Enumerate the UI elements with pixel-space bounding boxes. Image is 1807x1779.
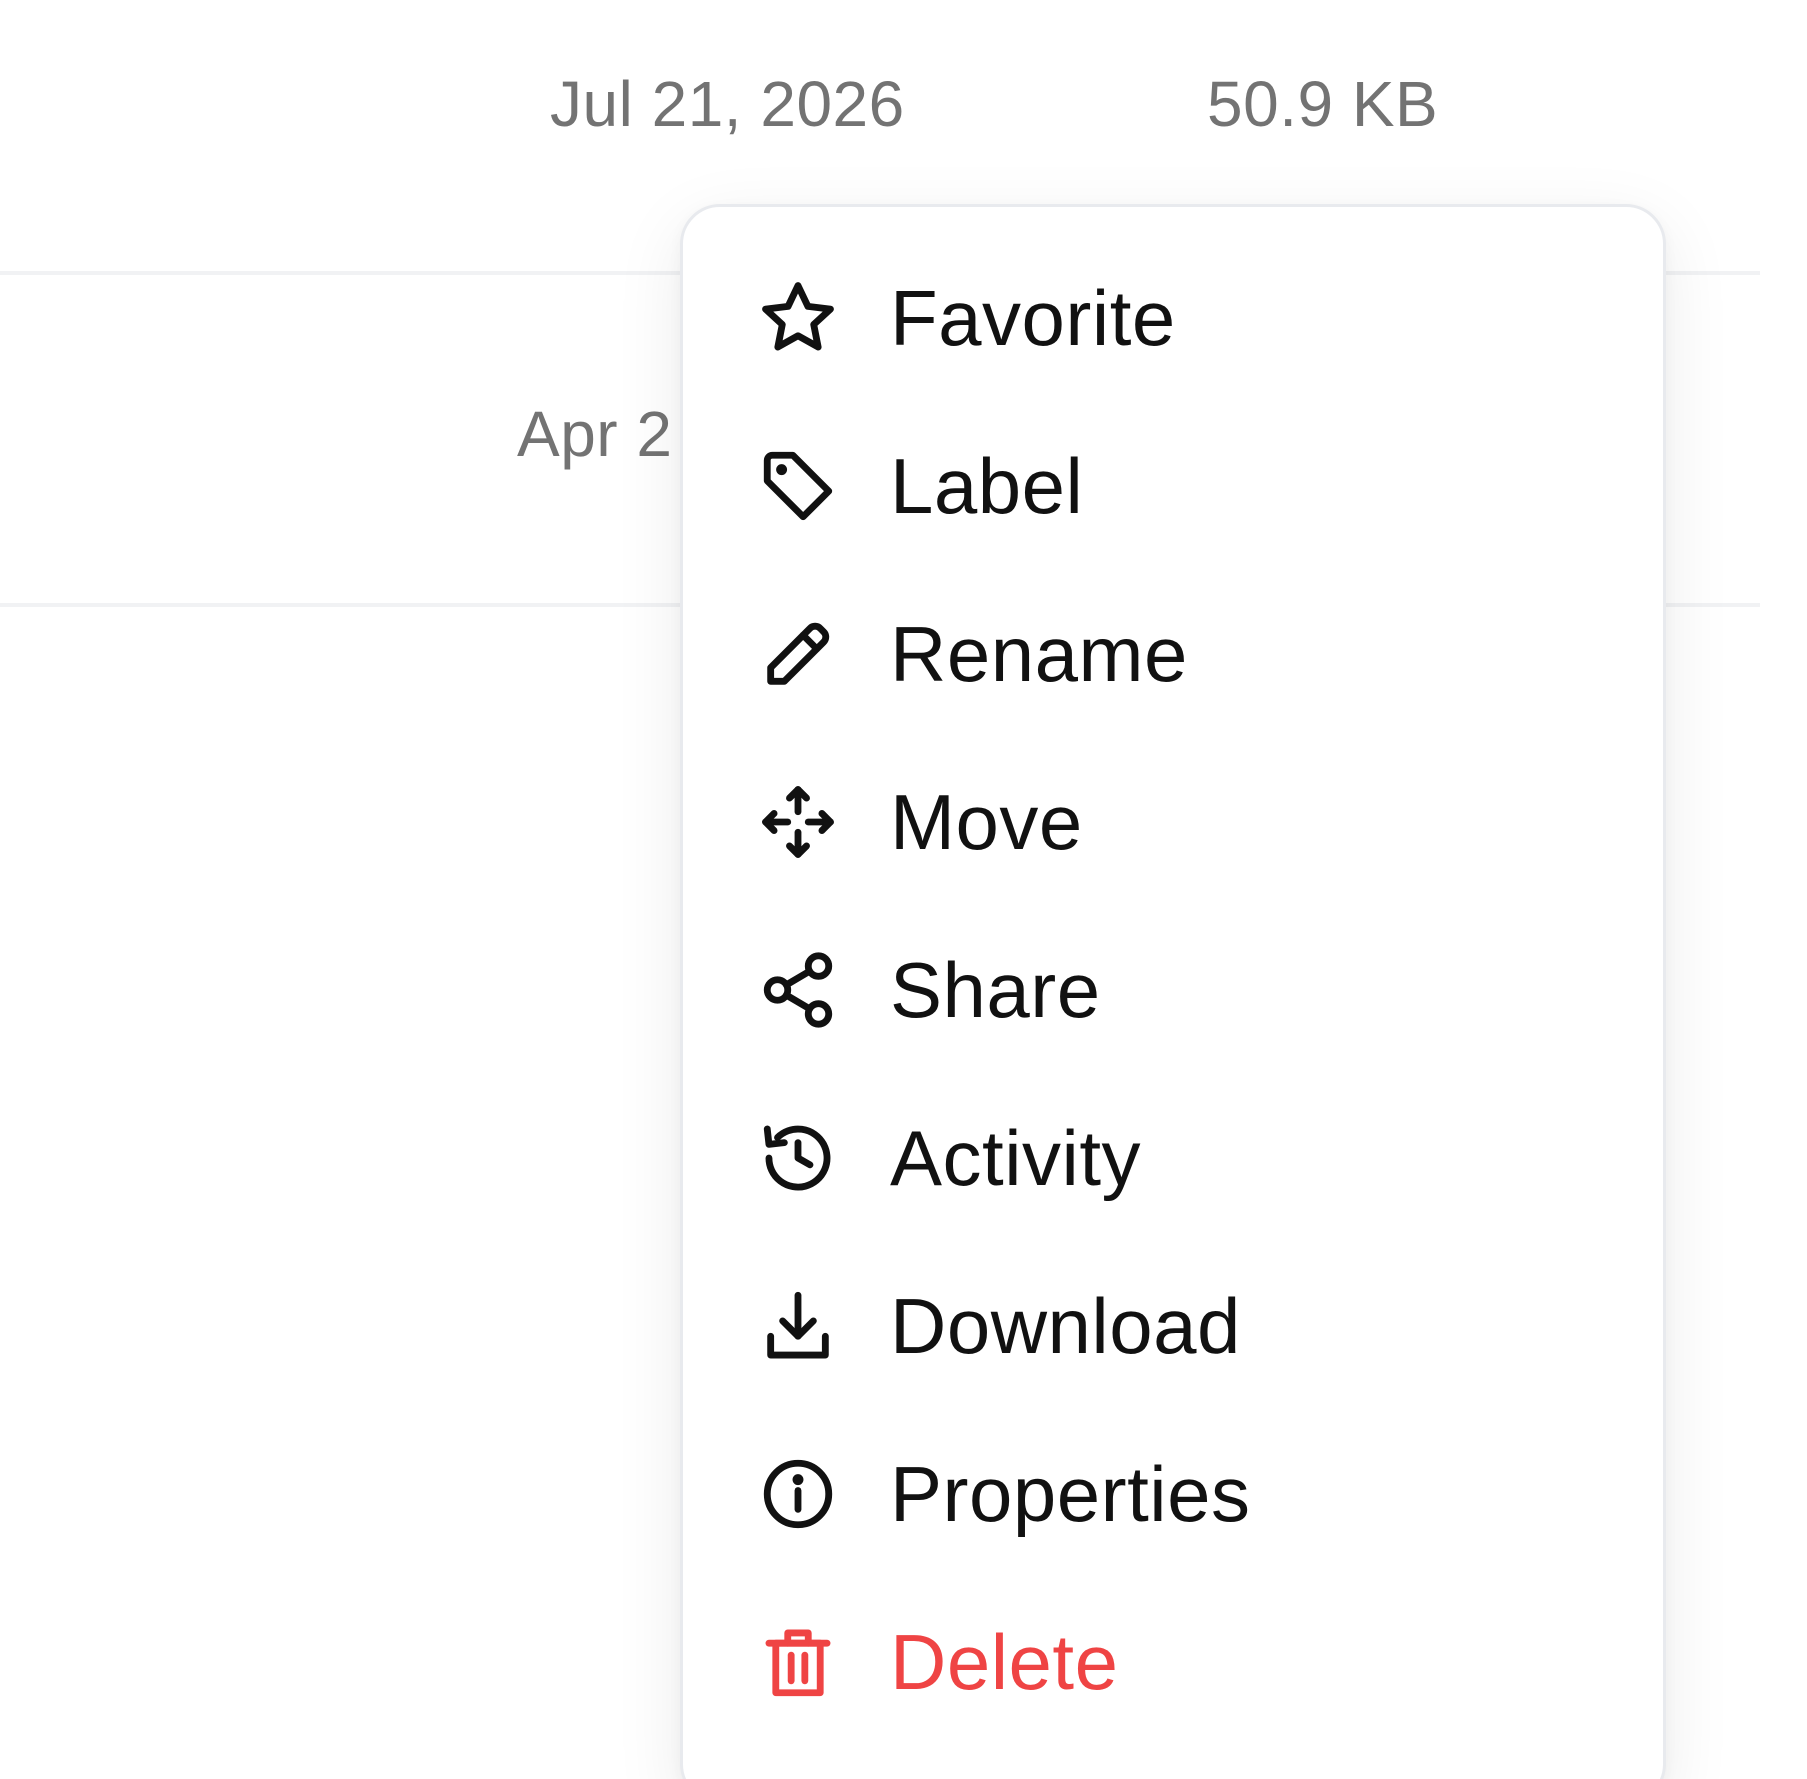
trash-icon — [754, 1618, 842, 1706]
file-modified-date: Apr 2 — [517, 398, 673, 470]
menu-item-label: Download — [890, 1282, 1241, 1370]
move-arrows-icon — [754, 778, 842, 866]
menu-item-share[interactable]: Share — [683, 906, 1663, 1074]
share-icon — [754, 946, 842, 1034]
menu-item-label[interactable]: Label — [683, 402, 1663, 570]
star-icon — [754, 274, 842, 362]
menu-item-delete[interactable]: Delete — [683, 1578, 1663, 1746]
menu-item-label: Favorite — [890, 274, 1176, 362]
menu-item-label: Properties — [890, 1450, 1251, 1538]
menu-item-label: Label — [890, 442, 1084, 530]
info-icon — [754, 1450, 842, 1538]
pencil-icon — [754, 610, 842, 698]
menu-item-move[interactable]: Move — [683, 738, 1663, 906]
download-icon — [754, 1282, 842, 1370]
context-menu: Favorite Label Rename Move Share Activity Down… — [680, 204, 1666, 1779]
menu-item-label: Delete — [890, 1618, 1119, 1706]
tag-icon — [754, 442, 842, 530]
menu-item-label: Share — [890, 946, 1101, 1034]
history-icon — [754, 1114, 842, 1202]
menu-item-download[interactable]: Download — [683, 1242, 1663, 1410]
file-size: 50.9 KB — [1207, 68, 1439, 140]
menu-item-rename[interactable]: Rename — [683, 570, 1663, 738]
menu-item-label: Activity — [890, 1114, 1142, 1202]
menu-item-activity[interactable]: Activity — [683, 1074, 1663, 1242]
menu-item-label: Move — [890, 778, 1083, 866]
menu-item-label: Rename — [890, 610, 1188, 698]
menu-item-favorite[interactable]: Favorite — [683, 234, 1663, 402]
menu-item-properties[interactable]: Properties — [683, 1410, 1663, 1578]
file-browser: Jul 21, 2026 50.9 KB Apr 2 Favorite Label… — [0, 0, 1807, 1779]
file-modified-date: Jul 21, 2026 — [550, 68, 905, 140]
